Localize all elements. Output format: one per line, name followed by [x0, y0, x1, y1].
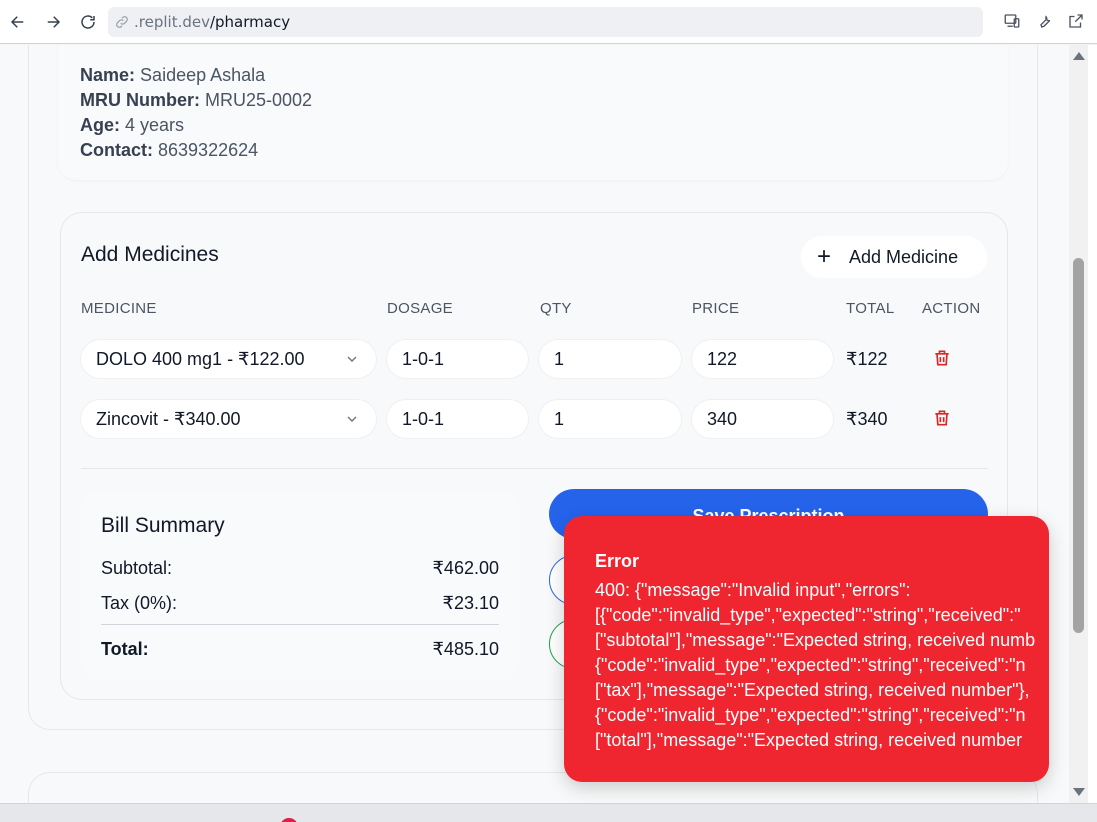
back-icon[interactable]	[1, 5, 35, 39]
external-link-icon[interactable]	[1065, 10, 1087, 32]
column-header-medicine: MEDICINE	[81, 300, 157, 317]
bill-summary: Bill Summary Subtotal: ₹462.00 Tax (0%): ₹…	[81, 490, 519, 680]
scroll-thumb[interactable]	[1073, 258, 1084, 633]
plus-icon: +	[817, 243, 832, 270]
column-header-dosage: DOSAGE	[387, 300, 453, 317]
subtotal-value: ₹462.00	[432, 558, 499, 578]
address-bar[interactable]: .replit.dev/pharmacy	[108, 7, 983, 37]
section-title: Add Medicines	[81, 243, 219, 266]
reload-icon[interactable]	[71, 5, 105, 39]
patient-contact: Contact: 8639322624	[80, 140, 259, 160]
patient-info: Name: Saideep Ashala MRU Number: MRU25-0…	[80, 63, 312, 163]
patient-name: Name: Saideep Ashala	[80, 65, 266, 85]
error-toast[interactable]: Error 400: {"message":"Invalid input","e…	[564, 516, 1049, 782]
chevron-down-icon	[347, 356, 357, 362]
bill-divider	[101, 624, 499, 625]
medicine-select[interactable]: Zincovit - ₹340.00	[81, 400, 376, 438]
add-medicine-button[interactable]: + Add Medicine	[801, 236, 987, 278]
toast-title: Error	[595, 551, 640, 571]
dosage-input[interactable]: 1-0-1	[387, 340, 528, 378]
medicine-select[interactable]: DOLO 400 mg1 - ₹122.00	[81, 340, 376, 378]
column-header-qty: QTY	[540, 300, 572, 317]
forward-icon[interactable]	[36, 5, 70, 39]
wrench-icon[interactable]	[1033, 10, 1055, 32]
link-icon	[116, 16, 128, 28]
row-total: ₹122	[846, 349, 888, 369]
qty-input[interactable]: 1	[539, 400, 681, 438]
section-divider	[81, 468, 988, 469]
total-value: ₹485.10	[432, 639, 499, 659]
tax-row: Tax (0%): ₹23.10	[101, 593, 500, 613]
price-input[interactable]: 340	[692, 400, 833, 438]
bill-summary-title: Bill Summary	[101, 514, 225, 537]
medicine-row: DOLO 400 mg1 - ₹122.00 1-0-1 1 122 ₹122	[81, 340, 991, 380]
status-strip	[0, 803, 1097, 822]
devices-icon[interactable]	[1001, 10, 1023, 32]
url-domain: .replit.dev	[134, 13, 210, 31]
trash-icon[interactable]	[932, 408, 952, 428]
column-header-total: TOTAL	[846, 300, 895, 317]
medicine-row: Zincovit - ₹340.00 1-0-1 1 340 ₹340	[81, 400, 991, 440]
column-header-price: PRICE	[692, 300, 740, 317]
chevron-down-icon	[347, 416, 357, 422]
column-header-action: ACTION	[922, 300, 981, 317]
scrollbar[interactable]	[1069, 45, 1088, 803]
patient-age: Age: 4 years	[80, 115, 185, 135]
window-edge	[1088, 45, 1097, 803]
price-input[interactable]: 122	[692, 340, 833, 378]
toast-message: 400: {"message":"Invalid input","errors"…	[595, 580, 1036, 750]
notification-dot	[280, 818, 298, 822]
scroll-up-icon[interactable]	[1073, 52, 1085, 60]
total-row: Total: ₹485.10	[101, 639, 499, 659]
tax-value: ₹23.10	[442, 593, 500, 613]
qty-input[interactable]: 1	[539, 340, 681, 378]
add-medicine-label: Add Medicine	[849, 246, 959, 267]
patient-mru: MRU Number: MRU25-0002	[80, 90, 313, 110]
url-path: /pharmacy	[209, 13, 291, 31]
row-total: ₹340	[846, 409, 888, 429]
trash-icon[interactable]	[932, 348, 952, 368]
dosage-input[interactable]: 1-0-1	[387, 400, 528, 438]
subtotal-row: Subtotal: ₹462.00	[101, 558, 499, 578]
scroll-down-icon[interactable]	[1073, 788, 1085, 796]
browser-toolbar: .replit.dev/pharmacy	[0, 0, 1097, 44]
